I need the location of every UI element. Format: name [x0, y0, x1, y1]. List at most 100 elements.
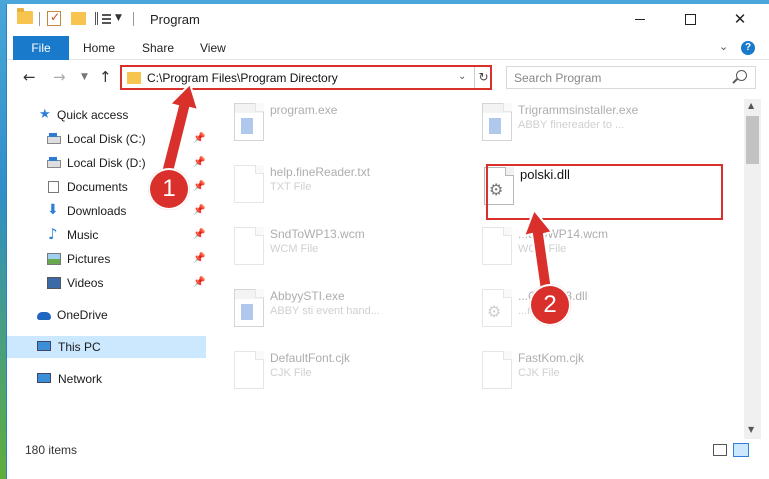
file-item[interactable]: program.exe	[212, 99, 452, 147]
sidebar-item-quick-access[interactable]: Quick access	[39, 104, 239, 126]
file-name: program.exe	[270, 103, 338, 117]
expand-ribbon-chevron-icon[interactable]: ⌄	[719, 40, 728, 53]
recent-locations-chevron-icon[interactable]: ▼	[81, 72, 88, 82]
address-bar[interactable]: C:\Program Files\Program Directory ⌄ ↻	[120, 65, 492, 90]
scroll-up-icon[interactable]: ▲	[748, 101, 754, 110]
file-type: CJK File	[270, 367, 312, 379]
scroll-down-icon[interactable]: ▼	[748, 425, 754, 434]
star-icon	[39, 104, 53, 126]
sidebar-item-label: Network	[58, 372, 103, 386]
forward-button[interactable]: →	[53, 68, 66, 86]
file-icon	[482, 227, 512, 265]
pin-icon: 📌	[193, 133, 206, 144]
sidebar-item-label: Local Disk (C:)	[67, 132, 146, 146]
file-name: AbbyySTI.exe	[270, 289, 345, 303]
file-icon	[482, 351, 512, 389]
videos-icon	[47, 277, 61, 289]
help-icon[interactable]: ?	[741, 41, 755, 55]
file-type: WCM File	[518, 243, 567, 255]
step-2-badge: 2	[529, 284, 571, 326]
file-item[interactable]: DefaultFont.cjk CJK File	[212, 347, 452, 395]
dll-file-icon: ⚙	[482, 289, 512, 327]
music-icon	[48, 223, 62, 245]
view-list-icon[interactable]	[95, 12, 111, 25]
tiles-view-icon[interactable]	[733, 443, 749, 457]
up-button[interactable]: ↑	[99, 68, 112, 86]
sidebar-item-network[interactable]: Network	[37, 368, 237, 390]
pin-icon: 📌	[193, 205, 206, 216]
documents-icon	[48, 181, 59, 193]
pictures-icon	[47, 253, 61, 265]
sidebar-item-label: Local Disk (D:)	[67, 156, 146, 170]
scroll-thumb[interactable]	[746, 116, 759, 164]
file-name: ...dToWP14.wcm	[518, 227, 609, 241]
status-item-count: 180 items	[25, 443, 78, 457]
file-item[interactable]: AbbyySTI.exe ABBY sti event hand...	[212, 285, 452, 333]
file-name: DefaultFont.cjk	[270, 351, 351, 365]
sidebar-item-label: Downloads	[67, 204, 127, 218]
file-item[interactable]: FastKom.cjk CJK File	[460, 347, 700, 395]
maximize-button[interactable]	[667, 4, 713, 34]
pin-icon: 📌	[193, 157, 206, 168]
maximize-icon	[684, 14, 696, 25]
navigation-bar: ← → ▼ ↑ C:\Program Files\Program Directo…	[7, 62, 769, 94]
search-input[interactable]	[507, 67, 717, 88]
search-icon[interactable]	[736, 70, 747, 81]
sidebar-item-label: Documents	[67, 180, 128, 194]
text-file-icon	[234, 165, 264, 203]
sidebar-item-label: OneDrive	[57, 308, 108, 322]
file-type: ABBY finereader to ...	[518, 119, 625, 131]
tab-share[interactable]: Share	[142, 36, 174, 60]
folder-icon[interactable]	[17, 8, 33, 24]
file-item[interactable]: Trigrammsinstaller.exe ABBY finereader t…	[460, 99, 700, 147]
minimize-icon	[635, 19, 645, 20]
sidebar-item-this-pc[interactable]: This PC	[7, 336, 206, 358]
file-item[interactable]: ⚙ ...Client63.dll ...n DLL	[460, 285, 700, 333]
details-view-icon[interactable]	[713, 444, 727, 456]
file-item[interactable]: help.fineReader.txt TXT File	[212, 161, 452, 209]
gear-icon: ⚙	[487, 302, 502, 321]
tab-view[interactable]: View	[200, 36, 226, 60]
title-bar: ▼ Program ✕	[7, 4, 769, 36]
file-type: CJK File	[518, 367, 560, 379]
file-item[interactable]: SndToWP13.wcm WCM File	[212, 223, 452, 271]
back-button[interactable]: ←	[23, 68, 36, 86]
file-name: Trigrammsinstaller.exe	[518, 103, 639, 117]
exe-file-icon	[234, 103, 264, 141]
file-item[interactable]: ...dToWP14.wcm WCM File	[460, 223, 700, 271]
file-type: ABBY sti event hand...	[270, 305, 380, 317]
customize-toolbar-chevron-icon[interactable]: ▼	[115, 13, 122, 23]
file-type: WCM File	[270, 243, 319, 255]
view-toggle	[713, 442, 753, 458]
folder-icon	[127, 72, 141, 84]
pin-icon: 📌	[193, 253, 206, 264]
window-title: Program	[150, 12, 200, 27]
exe-file-icon	[234, 289, 264, 327]
pin-icon: 📌	[193, 181, 206, 192]
tab-file[interactable]: File	[13, 36, 69, 60]
exe-file-icon	[482, 103, 512, 141]
address-history-chevron-icon[interactable]: ⌄	[458, 71, 466, 82]
address-path[interactable]: C:\Program Files\Program Directory	[147, 71, 338, 85]
close-button[interactable]: ✕	[717, 4, 763, 34]
search-box[interactable]	[506, 66, 756, 89]
disk-icon	[47, 157, 61, 168]
file-name: SndToWP13.wcm	[270, 227, 365, 241]
refresh-button[interactable]: ↻	[474, 67, 492, 88]
tab-home[interactable]: Home	[83, 36, 115, 60]
vertical-scrollbar[interactable]: ▲ ▼	[744, 99, 761, 439]
file-icon	[234, 351, 264, 389]
sidebar-item-label: Pictures	[67, 252, 111, 266]
properties-icon[interactable]	[47, 10, 61, 26]
ribbon: File Home Share View ⌄ ?	[7, 36, 769, 60]
network-icon	[37, 373, 51, 383]
file-icon	[234, 227, 264, 265]
polski-dll-highlight-box	[486, 164, 723, 220]
explorer-window: ▼ Program ✕ File Home Share View ⌄ ? ← →…	[6, 4, 769, 479]
sidebar-item-label: This PC	[58, 340, 101, 354]
minimize-button[interactable]	[617, 4, 663, 34]
file-type: TXT File	[270, 181, 312, 193]
sidebar-item-onedrive[interactable]: OneDrive	[37, 304, 237, 326]
download-icon	[47, 199, 61, 221]
new-folder-icon[interactable]	[71, 12, 86, 25]
